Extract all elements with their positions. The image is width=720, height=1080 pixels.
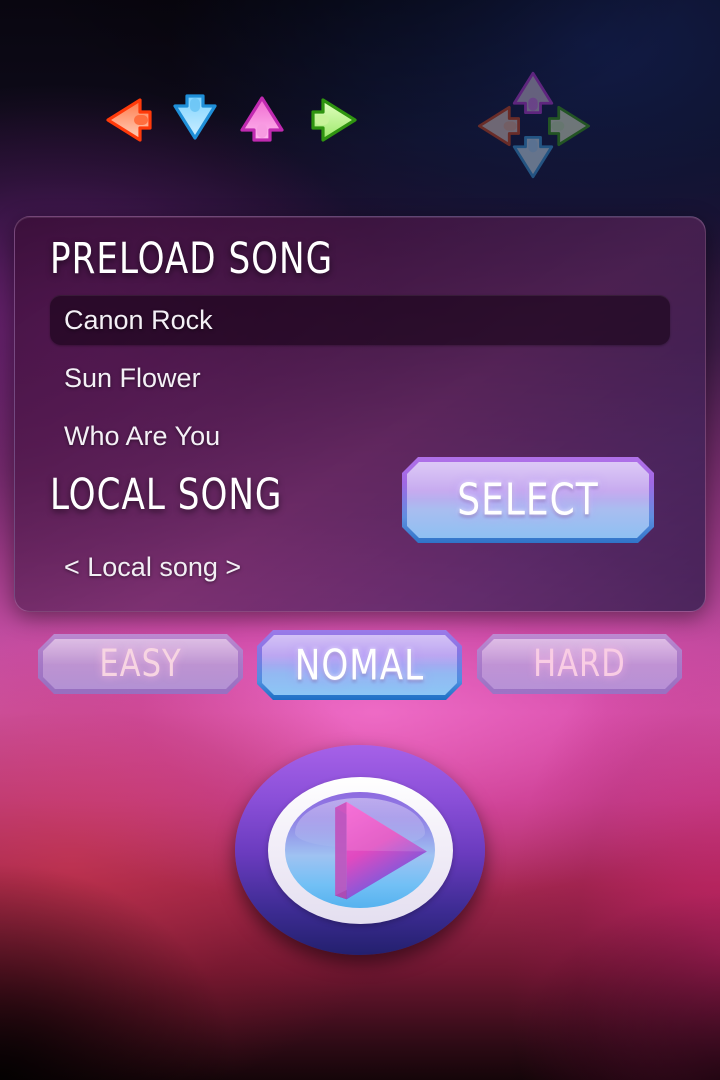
song-list-item[interactable]: Canon Rock — [50, 295, 670, 345]
select-button[interactable]: SELECT — [402, 457, 654, 543]
difficulty-label: NOMAL — [294, 640, 425, 690]
local-song-nav[interactable]: < Local song > — [64, 552, 241, 583]
arrow-up-icon — [233, 86, 291, 150]
arrow-down-icon — [505, 128, 561, 188]
play-button[interactable] — [235, 745, 485, 955]
preload-song-title: PRELOAD SONG — [50, 234, 334, 284]
song-list-item[interactable]: Sun Flower — [50, 353, 670, 403]
song-title: Canon Rock — [64, 304, 213, 335]
song-select-screen: PRELOAD SONG Canon Rock Sun Flower Who A… — [0, 0, 720, 1080]
arrow-down-icon — [166, 86, 224, 150]
difficulty-button-normal[interactable]: NOMAL — [257, 630, 462, 700]
arrow-right-icon — [303, 90, 365, 150]
select-button-label: SELECT — [457, 474, 599, 526]
difficulty-button-easy[interactable]: EASY — [38, 634, 243, 694]
local-song-title: LOCAL SONG — [50, 470, 283, 520]
difficulty-label: EASY — [99, 642, 182, 686]
difficulty-label: HARD — [533, 642, 626, 686]
song-title: Who Are You — [64, 420, 221, 451]
song-title: Sun Flower — [64, 362, 201, 393]
song-list-item[interactable]: Who Are You — [50, 411, 670, 461]
difficulty-button-hard[interactable]: HARD — [477, 634, 682, 694]
play-triangle-icon — [335, 801, 427, 899]
arrow-left-icon — [98, 90, 160, 150]
